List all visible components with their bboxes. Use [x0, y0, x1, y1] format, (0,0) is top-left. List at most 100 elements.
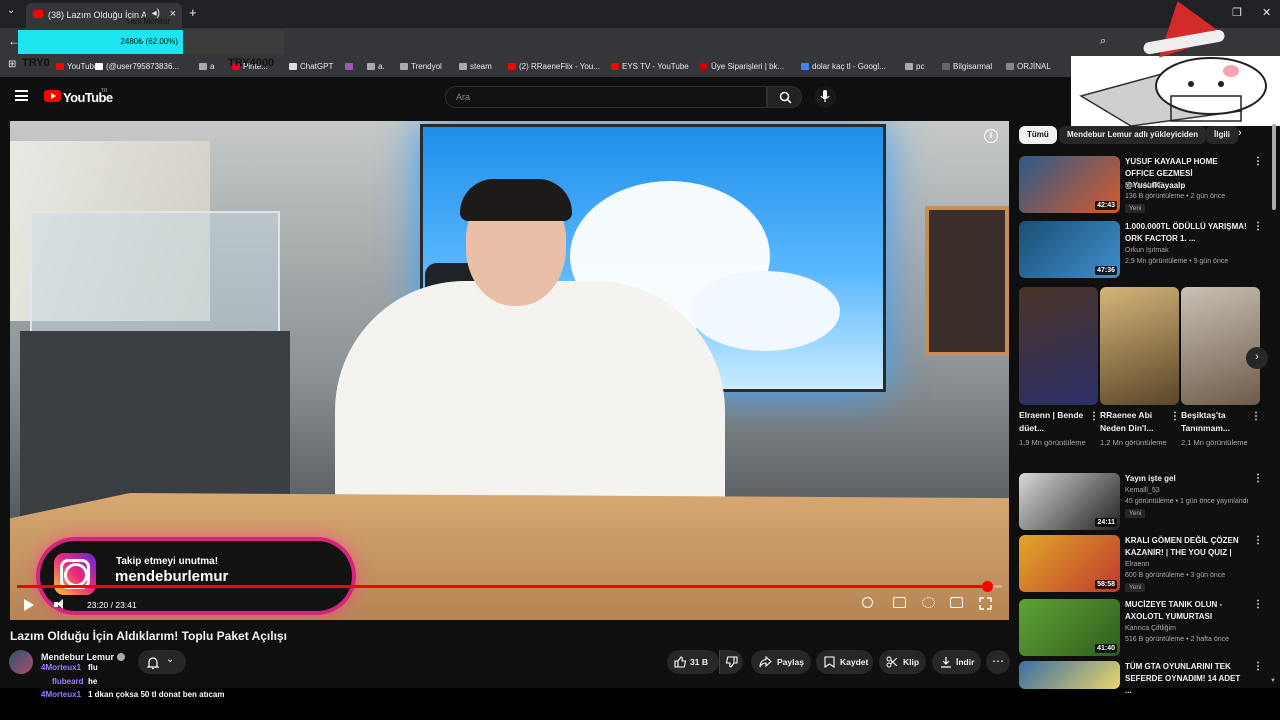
bookmark-item[interactable]: dolar kaç tl - Googl...	[801, 62, 886, 71]
recommended-video-channel[interactable]: Kemalll_53	[1125, 487, 1160, 494]
shorts-thumbnail[interactable]	[1100, 287, 1179, 405]
filter-chips: Tümü Mendebur Lemur adlı yükleyiciden İl…	[1019, 126, 1259, 144]
settings-gear-icon[interactable]	[922, 597, 935, 608]
bookmark-favicon-icon	[801, 63, 809, 70]
youtube-logo-icon[interactable]	[44, 90, 61, 102]
bookmark-label: Üye Siparişleri | bk...	[711, 62, 785, 71]
search-icon	[779, 91, 792, 104]
restore-window-icon[interactable]: ❐	[1232, 6, 1242, 19]
theater-mode-icon[interactable]	[950, 597, 963, 608]
bookmark-item[interactable]: ORJİNAL	[1006, 62, 1051, 71]
volume-icon[interactable]	[54, 599, 64, 609]
video-thumbnail[interactable]	[1019, 661, 1120, 689]
bookmark-item[interactable]: ChatGPT	[289, 62, 333, 71]
bookmark-item[interactable]: a.	[367, 62, 385, 71]
video-menu-icon[interactable]: ⋮	[1253, 221, 1263, 232]
chip-all[interactable]: Tümü	[1019, 126, 1057, 144]
bookmark-item[interactable]: Üye Siparişleri | bk...	[700, 62, 784, 71]
video-player[interactable]: i Takip etmeyi unutma! mendeburlemur 23:…	[10, 121, 1009, 620]
bookmark-label: YouTube	[67, 62, 99, 71]
recommended-video-channel[interactable]: Karınca Çiftliğim	[1125, 625, 1176, 632]
bookmark-item[interactable]	[345, 62, 356, 71]
new-tab-button[interactable]: +	[189, 5, 197, 20]
search-button[interactable]	[767, 86, 802, 108]
close-tab-icon[interactable]: ×	[170, 8, 176, 20]
recommended-video-channel[interactable]: MuratAbiGF	[1125, 182, 1163, 189]
bookmark-item[interactable]: a	[199, 62, 214, 71]
chip-related[interactable]: İlgili	[1206, 126, 1238, 144]
bookmark-item[interactable]: steam	[459, 62, 492, 71]
bookmark-item[interactable]: EYS TV - YouTube	[611, 62, 689, 71]
chips-next-arrow-icon[interactable]: ›	[1238, 127, 1242, 139]
voice-search-button[interactable]	[814, 86, 836, 108]
donation-goal-overlay: 2480₺ (62.00%)	[18, 30, 284, 54]
bookmark-favicon-icon	[289, 63, 297, 70]
video-duration: 41:40	[1095, 644, 1117, 653]
chat-message: flu	[88, 663, 98, 672]
shorts-title[interactable]: Beşiktaş'ta Tanınmam...	[1181, 409, 1247, 435]
video-thumbnail[interactable]: 42:43	[1019, 156, 1120, 213]
instagram-icon	[54, 553, 96, 595]
shorts-title[interactable]: RRaenee Abi Neden Din'l...	[1100, 409, 1166, 435]
chip-from-uploader[interactable]: Mendebur Lemur adlı yükleyiciden	[1059, 126, 1207, 144]
recommended-video-meta: 45 görüntüleme • 1 gün önce yayınlandı	[1125, 498, 1249, 505]
shorts-thumbnail[interactable]	[1181, 287, 1260, 405]
video-duration: 24:11	[1095, 518, 1117, 527]
recommended-video-title[interactable]: KRALI GÖMEN DEĞİL ÇÖZEN KAZANIR! | THE Y…	[1125, 535, 1249, 559]
cat-keyboard-icon	[1079, 57, 1267, 126]
video-menu-icon[interactable]: ⋮	[1253, 473, 1263, 484]
video-thumbnail[interactable]: 58:58	[1019, 535, 1120, 592]
play-button[interactable]	[24, 599, 34, 611]
chat-username: 4Morteux1	[41, 663, 82, 672]
recommended-video-channel[interactable]: Elraenn	[1125, 561, 1149, 568]
bookmark-item[interactable]: pc	[905, 62, 924, 71]
tab-search-chevron-icon[interactable]: ⌄	[7, 5, 15, 16]
apps-grid-icon[interactable]: ⊞	[8, 59, 16, 70]
bookmark-item[interactable]: Bilgisarmal	[942, 62, 992, 71]
recommended-video-title[interactable]: Yayın işte gel	[1125, 473, 1249, 485]
close-window-icon[interactable]: ✕	[1262, 6, 1271, 19]
donation-max-amount: TRY4000	[228, 57, 275, 69]
recommended-video-title[interactable]: MUCİZEYE TANIK OLUN - AXOLOTL YUMURTASI	[1125, 599, 1249, 623]
zoom-icon[interactable]: ⌕	[1100, 35, 1106, 48]
video-menu-icon[interactable]: ⋮	[1253, 156, 1263, 167]
video-thumbnail[interactable]: 24:11	[1019, 473, 1120, 530]
video-menu-icon[interactable]: ⋮	[1253, 661, 1263, 672]
video-menu-icon[interactable]: ⋮	[1253, 535, 1263, 546]
search-placeholder: Ara	[456, 92, 471, 102]
bookmark-favicon-icon	[611, 63, 619, 70]
shorts-menu-icon[interactable]: ⋮	[1089, 411, 1099, 422]
recommended-video-title[interactable]: 1.000.000TL ÖDÜLLÜ YARIŞMA! ORK FACTOR 1…	[1125, 221, 1249, 245]
scrollbar-thumb[interactable]	[1272, 124, 1276, 210]
recommended-video-title[interactable]: TÜM GTA OYUNLARINI TEK SEFERDE OYNADIM! …	[1125, 661, 1249, 697]
bookmark-label: steam	[470, 62, 492, 71]
bookmark-item[interactable]: YouTube	[56, 62, 98, 71]
bookmark-item[interactable]: (2) RRaeneFlix - You...	[508, 62, 600, 71]
video-thumbnail[interactable]: 41:40	[1019, 599, 1120, 656]
subtitles-icon[interactable]	[893, 597, 906, 608]
video-thumbnail[interactable]: 47:36	[1019, 221, 1120, 278]
scroll-down-arrow-icon[interactable]: ▼	[1270, 678, 1276, 684]
video-frame-person-hoodie	[335, 281, 725, 521]
shorts-menu-icon[interactable]: ⋮	[1170, 411, 1180, 422]
autoplay-toggle-icon[interactable]	[862, 597, 873, 608]
bookmark-item[interactable]: (@user795873836...	[95, 62, 179, 71]
video-duration: 42:43	[1095, 201, 1117, 210]
recommended-video-meta: 2,9 Mn görüntüleme • 9 gün önce	[1125, 258, 1229, 265]
shorts-next-arrow-icon[interactable]: ›	[1246, 347, 1268, 369]
video-menu-icon[interactable]: ⋮	[1253, 599, 1263, 610]
shorts-menu-icon[interactable]: ⋮	[1251, 411, 1261, 422]
shorts-thumbnail[interactable]	[1019, 287, 1098, 405]
info-icon[interactable]: i	[984, 129, 998, 143]
recommended-video-channel[interactable]: Orkun Işıtmak	[1125, 247, 1169, 254]
video-progress-fill	[17, 585, 988, 588]
menu-icon[interactable]	[15, 90, 28, 101]
fullscreen-icon[interactable]	[979, 597, 992, 610]
bookmark-item[interactable]: Trendyol	[400, 62, 442, 71]
video-progress-bar[interactable]	[17, 581, 1002, 592]
shorts-title[interactable]: Elraenn | Bende düet...	[1019, 409, 1085, 435]
donation-min-amount: TRY0	[22, 57, 50, 69]
recommended-video-meta: 136 B görüntüleme • 2 gün önce	[1125, 193, 1226, 200]
search-input[interactable]: Ara	[445, 86, 767, 108]
time-display: 23:20 / 23:41	[87, 600, 137, 610]
